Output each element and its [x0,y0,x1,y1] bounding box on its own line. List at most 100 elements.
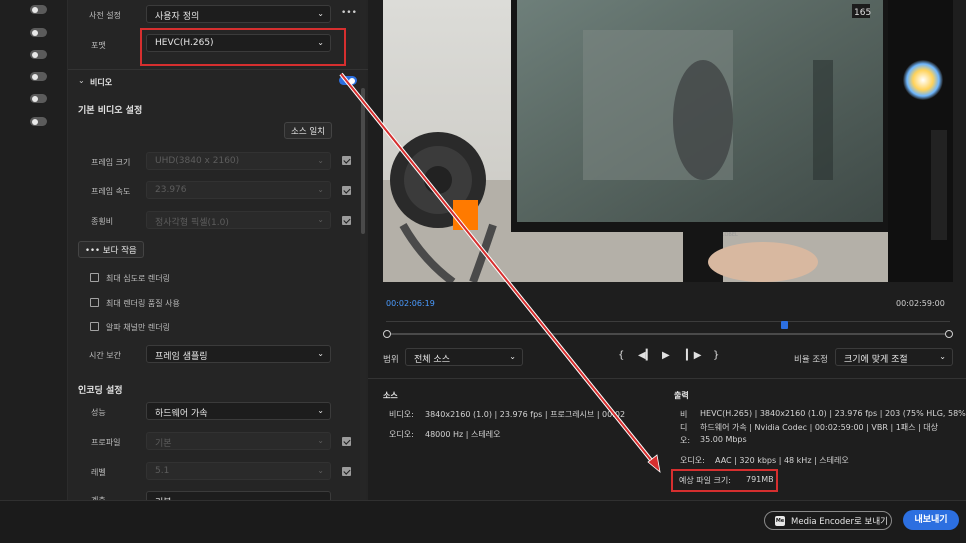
encoding-heading: 인코딩 설정 [78,386,123,396]
rail-toggle-6[interactable] [30,117,47,126]
frame-rate-value: 23.976 [155,185,187,195]
summary-divider [368,378,966,379]
video-section-title: 비디오 [90,78,113,87]
frame-rate-select[interactable]: 23.976 ⌄ [146,181,331,199]
settings-scroll-thumb[interactable] [361,88,365,234]
profile-value: 기본 [155,439,172,449]
level-label: 레벨 [91,468,106,477]
rail-toggle-4[interactable] [30,72,47,81]
aspect-value: 정사각형 픽셀(1.0) [155,218,229,228]
max-render-quality-checkbox[interactable] [90,298,99,307]
frame-size-value: UHD(3840 x 2160) [155,156,240,166]
media-encoder-logo-icon: Me [775,516,785,526]
file-size-highlight-box [671,469,778,492]
range-select[interactable]: 전체 소스 ⌄ [405,348,523,366]
chevron-down-icon: ⌄ [317,349,324,358]
profile-select[interactable]: 기본 ⌄ [146,432,331,450]
in-point-handle[interactable] [383,330,391,338]
chevron-down-icon: ⌄ [317,215,324,224]
range-label: 범위 [383,355,399,365]
step-back-icon[interactable]: ◀▎ [638,350,653,361]
frame-size-label: 프레임 크기 [91,158,131,167]
aspect-select[interactable]: 정사각형 픽셀(1.0) ⌄ [146,211,331,229]
timeline-ruler [386,310,950,322]
profile-label: 프로파일 [91,438,121,447]
chevron-down-icon: ⌄ [317,466,324,475]
output-video-label-2: 디 [680,423,688,432]
preset-value: 사용자 정의 [155,12,200,22]
play-icon[interactable]: ▶ [662,350,670,361]
source-video-value: 3840x2160 (1.0) | 23.976 fps | 프로그레시브 | … [425,410,625,419]
performance-value: 하드웨어 가속 [155,409,208,419]
video-toggle[interactable] [339,76,357,85]
export-button[interactable]: 내보내기 [903,510,959,530]
frame-size-select[interactable]: UHD(3840 x 2160) ⌄ [146,152,331,170]
video-preview: 165 COBEL [383,0,953,282]
source-video-label: 비디오: [389,410,414,419]
max-render-quality-label: 최대 렌더링 품질 사용 [106,299,180,308]
scale-select[interactable]: 크기에 맞게 조절 ⌄ [835,348,953,366]
level-value: 5.1 [155,466,170,476]
frame-size-checkbox[interactable] [342,156,351,165]
frame-rate-checkbox[interactable] [342,186,351,195]
mark-out-icon[interactable]: } [713,350,719,361]
media-encoder-label: Media Encoder로 보내기 [791,517,888,527]
format-label: 포맷 [91,41,106,50]
render-alpha-label: 알파 채널만 렌더링 [106,323,170,332]
scale-label: 비율 조정 [794,355,828,365]
scale-value: 크기에 맞게 조절 [844,355,908,365]
settings-scrollbar[interactable] [360,0,366,500]
time-interp-select[interactable]: 프레임 샘플링 ⌄ [146,345,331,363]
output-video-value-1: HEVC(H.265) | 3840x2160 (1.0) | 23.976 f… [700,409,966,418]
current-time: 00:02:06:19 [386,299,435,308]
send-to-media-encoder-button[interactable]: Me Media Encoder로 보내기 [764,511,892,530]
chevron-down-icon: ⌄ [317,436,324,445]
performance-select[interactable]: 하드웨어 가속 ⌄ [146,402,331,420]
chevron-down-icon[interactable]: ⌄ [78,76,85,85]
timeline-track[interactable] [387,333,949,335]
profile-checkbox[interactable] [342,437,351,446]
source-heading: 소스 [383,391,398,400]
output-video-value-2: 하드웨어 가속 | Nvidia Codec | 00:02:59:00 | V… [700,423,939,432]
preset-select[interactable]: 사용자 정의 ⌄ [146,5,331,23]
frame-rate-label: 프레임 속도 [91,187,131,196]
output-heading: 출력 [674,391,689,400]
aspect-label: 종횡비 [91,217,114,226]
performance-label: 성능 [91,408,106,417]
render-max-depth-checkbox[interactable] [90,273,99,282]
output-audio-label: 오디오: [680,456,705,465]
rail-toggle-1[interactable] [30,5,47,14]
render-alpha-checkbox[interactable] [90,322,99,331]
chevron-down-icon: ⌄ [317,156,324,165]
playhead[interactable] [780,321,788,329]
basic-video-heading: 기본 비디오 설정 [78,106,143,116]
format-highlight-box [140,28,346,66]
mark-in-icon[interactable]: { [618,350,624,361]
rail-toggle-5[interactable] [30,94,47,103]
match-source-button[interactable]: 소스 일치 [284,122,332,139]
export-dialog: 사전 설정 사용자 정의 ⌄ ••• 포맷 HEVC(H.265) ⌄ ⌄ 비디… [0,0,966,543]
time-interp-value: 프레임 샘플링 [155,352,208,362]
step-forward-icon[interactable]: ▎▶ [686,350,701,361]
rail-toggle-2[interactable] [30,28,47,37]
source-audio-label: 오디오: [389,430,414,439]
chevron-down-icon: ⌄ [317,406,324,415]
render-max-depth-label: 최대 심도로 렌더링 [106,274,170,283]
out-point-handle[interactable] [945,330,953,338]
section-divider [68,69,368,70]
output-video-value-3: 35.00 Mbps [700,435,747,444]
more-options-icon[interactable]: ••• [341,8,357,18]
level-checkbox[interactable] [342,467,351,476]
output-video-label-1: 비 [680,410,688,419]
rail-toggle-3[interactable] [30,50,47,59]
output-video-label-3: 오: [680,436,691,445]
show-less-button[interactable]: ••• 보다 작음 [78,241,144,258]
level-select[interactable]: 5.1 ⌄ [146,462,331,480]
source-audio-value: 48000 Hz | 스테레오 [425,430,501,439]
chevron-down-icon: ⌄ [939,352,946,361]
chevron-down-icon: ⌄ [317,9,324,18]
aspect-checkbox[interactable] [342,216,351,225]
time-interp-label: 시간 보간 [89,351,121,360]
chevron-down-icon: ⌄ [317,185,324,194]
preview-frame-image: 165 COBEL [383,0,953,282]
